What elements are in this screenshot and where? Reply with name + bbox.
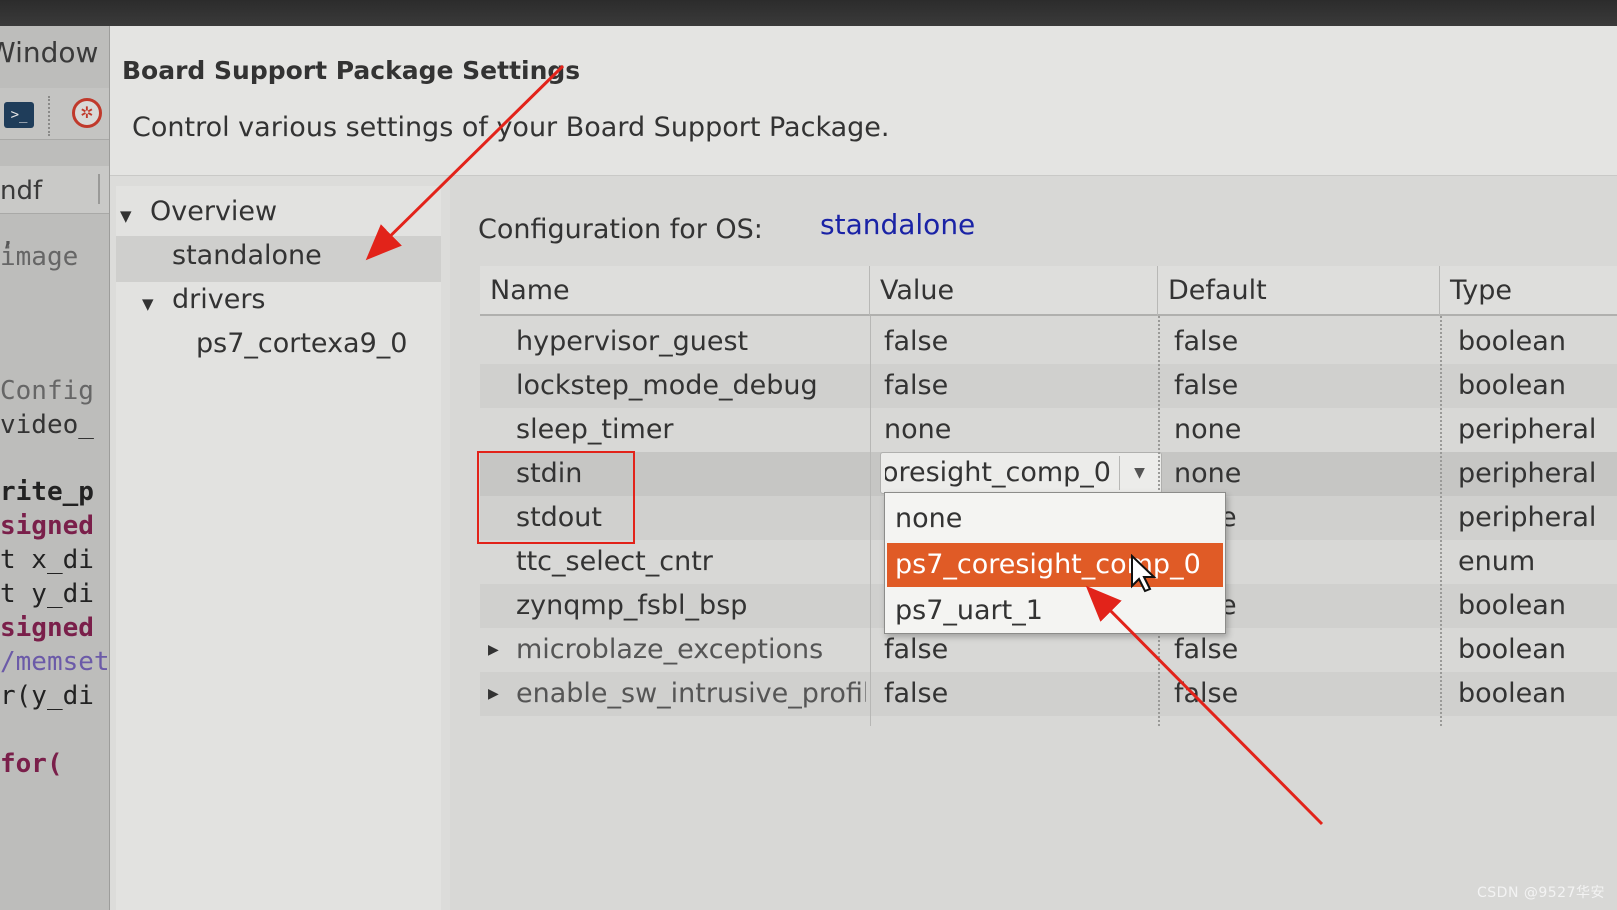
code-line: t x_di (0, 545, 94, 575)
column-header-value[interactable]: Value (870, 266, 1158, 316)
window-titlebar (0, 0, 1617, 26)
collapse-triangle-icon[interactable]: ▼ (120, 208, 136, 224)
tree-label-drivers: drivers (172, 284, 266, 315)
table-row[interactable]: lockstep_mode_debug false false boolean (480, 364, 1617, 408)
row-name: ttc_select_cntr (516, 546, 713, 577)
column-header-default[interactable]: Default (1158, 266, 1440, 316)
ide-background-window: Window >_ ✲ ndf , image Config video_ ri… (0, 26, 110, 910)
row-value[interactable]: false (884, 628, 1164, 672)
row-name: hypervisor_guest (516, 326, 749, 357)
bsp-settings-dialog: Board Support Package Settings Control v… (110, 26, 1617, 910)
row-default: none (1174, 414, 1242, 445)
expand-triangle-icon[interactable]: ▶ (488, 686, 499, 702)
column-divider (870, 316, 871, 726)
row-value[interactable]: false (884, 320, 1164, 364)
dialog-description: Control various settings of your Board S… (132, 112, 890, 143)
tree-item-drivers[interactable]: ▼ drivers (116, 282, 441, 326)
table-row[interactable]: sleep_timer none none peripheral (480, 408, 1617, 452)
watermark: CSDN @9527华安 (1477, 885, 1605, 901)
settings-tree: ▼ Overview standalone ▼ drivers ps7_cort… (116, 186, 441, 910)
code-line: video_ (0, 410, 94, 440)
dropdown-option-highlighted[interactable]: ps7_coresight_comp_0 (887, 543, 1223, 587)
code-line: signed (0, 613, 94, 643)
row-name: zynqmp_fsbl_bsp (516, 590, 748, 621)
editor-tab[interactable]: ndf (0, 176, 42, 206)
tab-divider (98, 174, 106, 204)
table-row[interactable]: ▶ enable_sw_intrusive_profiling false fa… (480, 672, 1617, 716)
tree-label-standalone: standalone (172, 240, 322, 271)
table-row[interactable]: ▶ microblaze_exceptions false false bool… (480, 628, 1617, 672)
code-line: t y_di (0, 579, 94, 609)
stdin-value-combobox[interactable]: ps7_coresight_comp_0 ▼ (880, 452, 1162, 494)
row-default-partial: e (1220, 590, 1237, 621)
row-default-partial: e (1220, 502, 1237, 533)
row-name: sleep_timer (516, 414, 674, 445)
stdin-dropdown-list[interactable]: none ps7_coresight_comp_0 ps7_uart_1 (884, 492, 1226, 634)
os-config-label: Configuration for OS: (478, 214, 763, 245)
tree-label-processor: ps7_cortexa9_0 (196, 328, 408, 359)
expand-triangle-icon[interactable]: ▶ (488, 642, 499, 658)
column-header-type[interactable]: Type (1440, 266, 1617, 316)
row-default: false (1174, 370, 1239, 401)
tree-item-processor[interactable]: ps7_cortexa9_0 (116, 326, 441, 370)
row-type: boolean (1458, 678, 1566, 709)
row-type: peripheral (1458, 414, 1597, 445)
combobox-current-value: ps7_coresight_comp_0 (885, 457, 1111, 488)
code-line: image (0, 242, 79, 272)
dropdown-arrow-icon[interactable]: ▼ (1119, 456, 1159, 490)
row-name: lockstep_mode_debug (516, 370, 818, 401)
row-type: boolean (1458, 370, 1566, 401)
code-line: Config (0, 376, 94, 406)
mouse-pointer-icon (1131, 554, 1157, 593)
row-default: none (1174, 458, 1242, 489)
column-divider (1440, 316, 1442, 726)
dialog-title: Board Support Package Settings (122, 56, 581, 85)
row-default: false (1174, 678, 1239, 709)
dropdown-option-uart[interactable]: ps7_uart_1 (887, 589, 1223, 633)
row-type: peripheral (1458, 502, 1597, 533)
row-value[interactable]: false (884, 364, 1164, 408)
tree-item-standalone[interactable]: standalone (116, 238, 441, 282)
table-row-stdin[interactable]: stdin ps7_coresight_comp_0 ▼ none periph… (480, 452, 1617, 496)
code-line: for( (0, 749, 63, 779)
menu-window[interactable]: Window (0, 36, 98, 69)
code-line: /memset (0, 647, 110, 677)
os-config-value: standalone (820, 208, 976, 241)
dropdown-option-none[interactable]: none (887, 497, 1223, 541)
row-value[interactable]: false (884, 672, 1164, 716)
row-type: peripheral (1458, 458, 1597, 489)
terminal-icon[interactable]: >_ (4, 102, 34, 128)
tree-label-overview: Overview (150, 196, 278, 227)
row-type: enum (1458, 546, 1536, 577)
debug-icon[interactable]: ✲ (72, 98, 102, 128)
table-row[interactable]: hypervisor_guest false false boolean (480, 320, 1617, 364)
code-line: r(y_di (0, 681, 94, 711)
row-name: enable_sw_intrusive_profiling (516, 678, 866, 709)
row-type: boolean (1458, 634, 1566, 665)
column-header-name[interactable]: Name (480, 266, 870, 316)
row-type: boolean (1458, 590, 1566, 621)
tree-item-overview[interactable]: ▼ Overview (116, 194, 441, 238)
annotation-highlight-box (477, 451, 635, 544)
row-name: microblaze_exceptions (516, 634, 824, 665)
row-default: false (1174, 634, 1239, 665)
collapse-triangle-icon[interactable]: ▼ (142, 296, 158, 312)
dialog-header: Board Support Package Settings Control v… (110, 26, 1617, 176)
code-line: rite_p (0, 477, 94, 507)
row-value[interactable]: none (884, 408, 1164, 452)
code-line: signed (0, 511, 94, 541)
row-type: boolean (1458, 326, 1566, 357)
toolbar-separator (48, 96, 50, 136)
row-default: false (1174, 326, 1239, 357)
